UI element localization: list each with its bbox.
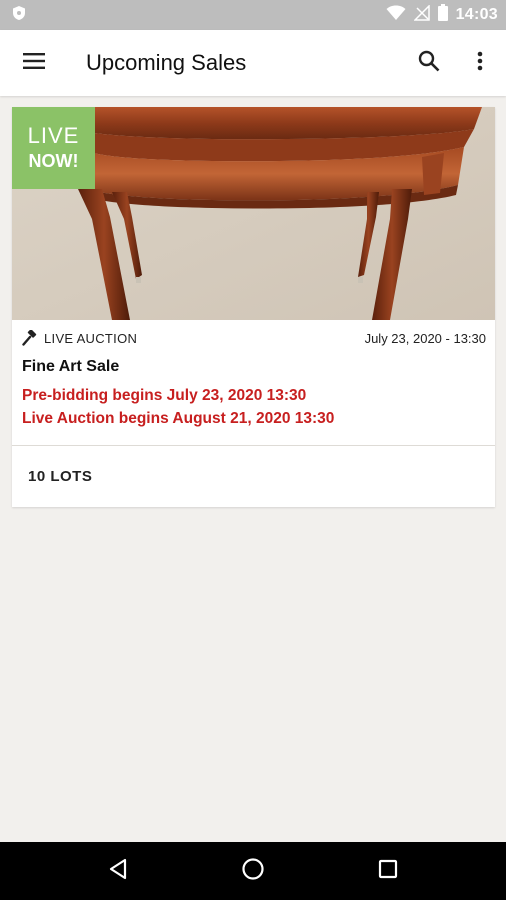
more-vert-icon	[477, 51, 483, 76]
gavel-icon	[22, 330, 37, 346]
sale-image[interactable]: LIVE NOW!	[12, 107, 495, 320]
nav-recents-button[interactable]	[358, 842, 418, 900]
auction-type: LIVE AUCTION	[22, 330, 137, 346]
live-auction-text: Live Auction begins August 21, 2020 13:3…	[22, 410, 335, 427]
android-shield-icon	[12, 5, 26, 26]
auction-type-label: LIVE AUCTION	[44, 330, 138, 346]
search-button[interactable]	[404, 30, 454, 96]
hamburger-menu-icon	[23, 52, 45, 74]
lots-count[interactable]: 10 LOTS	[12, 446, 495, 507]
status-bar: 14:03	[0, 0, 506, 30]
status-time: 14:03	[455, 6, 498, 23]
recents-square-icon	[378, 859, 398, 884]
live-now-badge: LIVE NOW!	[12, 107, 95, 189]
search-icon	[418, 50, 440, 77]
wifi-icon	[386, 5, 406, 26]
badge-live-text: LIVE	[27, 123, 80, 148]
home-circle-icon	[241, 857, 265, 886]
navigation-bar	[0, 842, 506, 900]
battery-icon	[437, 4, 448, 26]
nav-home-button[interactable]	[223, 842, 283, 900]
back-triangle-icon	[108, 858, 128, 885]
sale-meta-row: LIVE AUCTION July 23, 2020 - 13:30	[12, 322, 495, 354]
no-signal-icon	[412, 3, 430, 26]
app-bar: Upcoming Sales	[0, 30, 506, 96]
nav-back-button[interactable]	[88, 842, 148, 900]
sale-card[interactable]: LIVE NOW! LIVE AUCTION July 23, 2020 - 1…	[12, 107, 495, 507]
pre-bidding-text: Pre-bidding begins July 23, 2020 13:30	[22, 387, 307, 404]
more-options-button[interactable]	[454, 30, 506, 96]
sale-date: July 23, 2020 - 13:30	[364, 330, 486, 346]
menu-button[interactable]	[0, 30, 68, 96]
page-title: Upcoming Sales	[86, 50, 247, 75]
sale-title[interactable]: Fine Art Sale	[12, 356, 495, 378]
badge-now-text: NOW!	[28, 151, 79, 171]
